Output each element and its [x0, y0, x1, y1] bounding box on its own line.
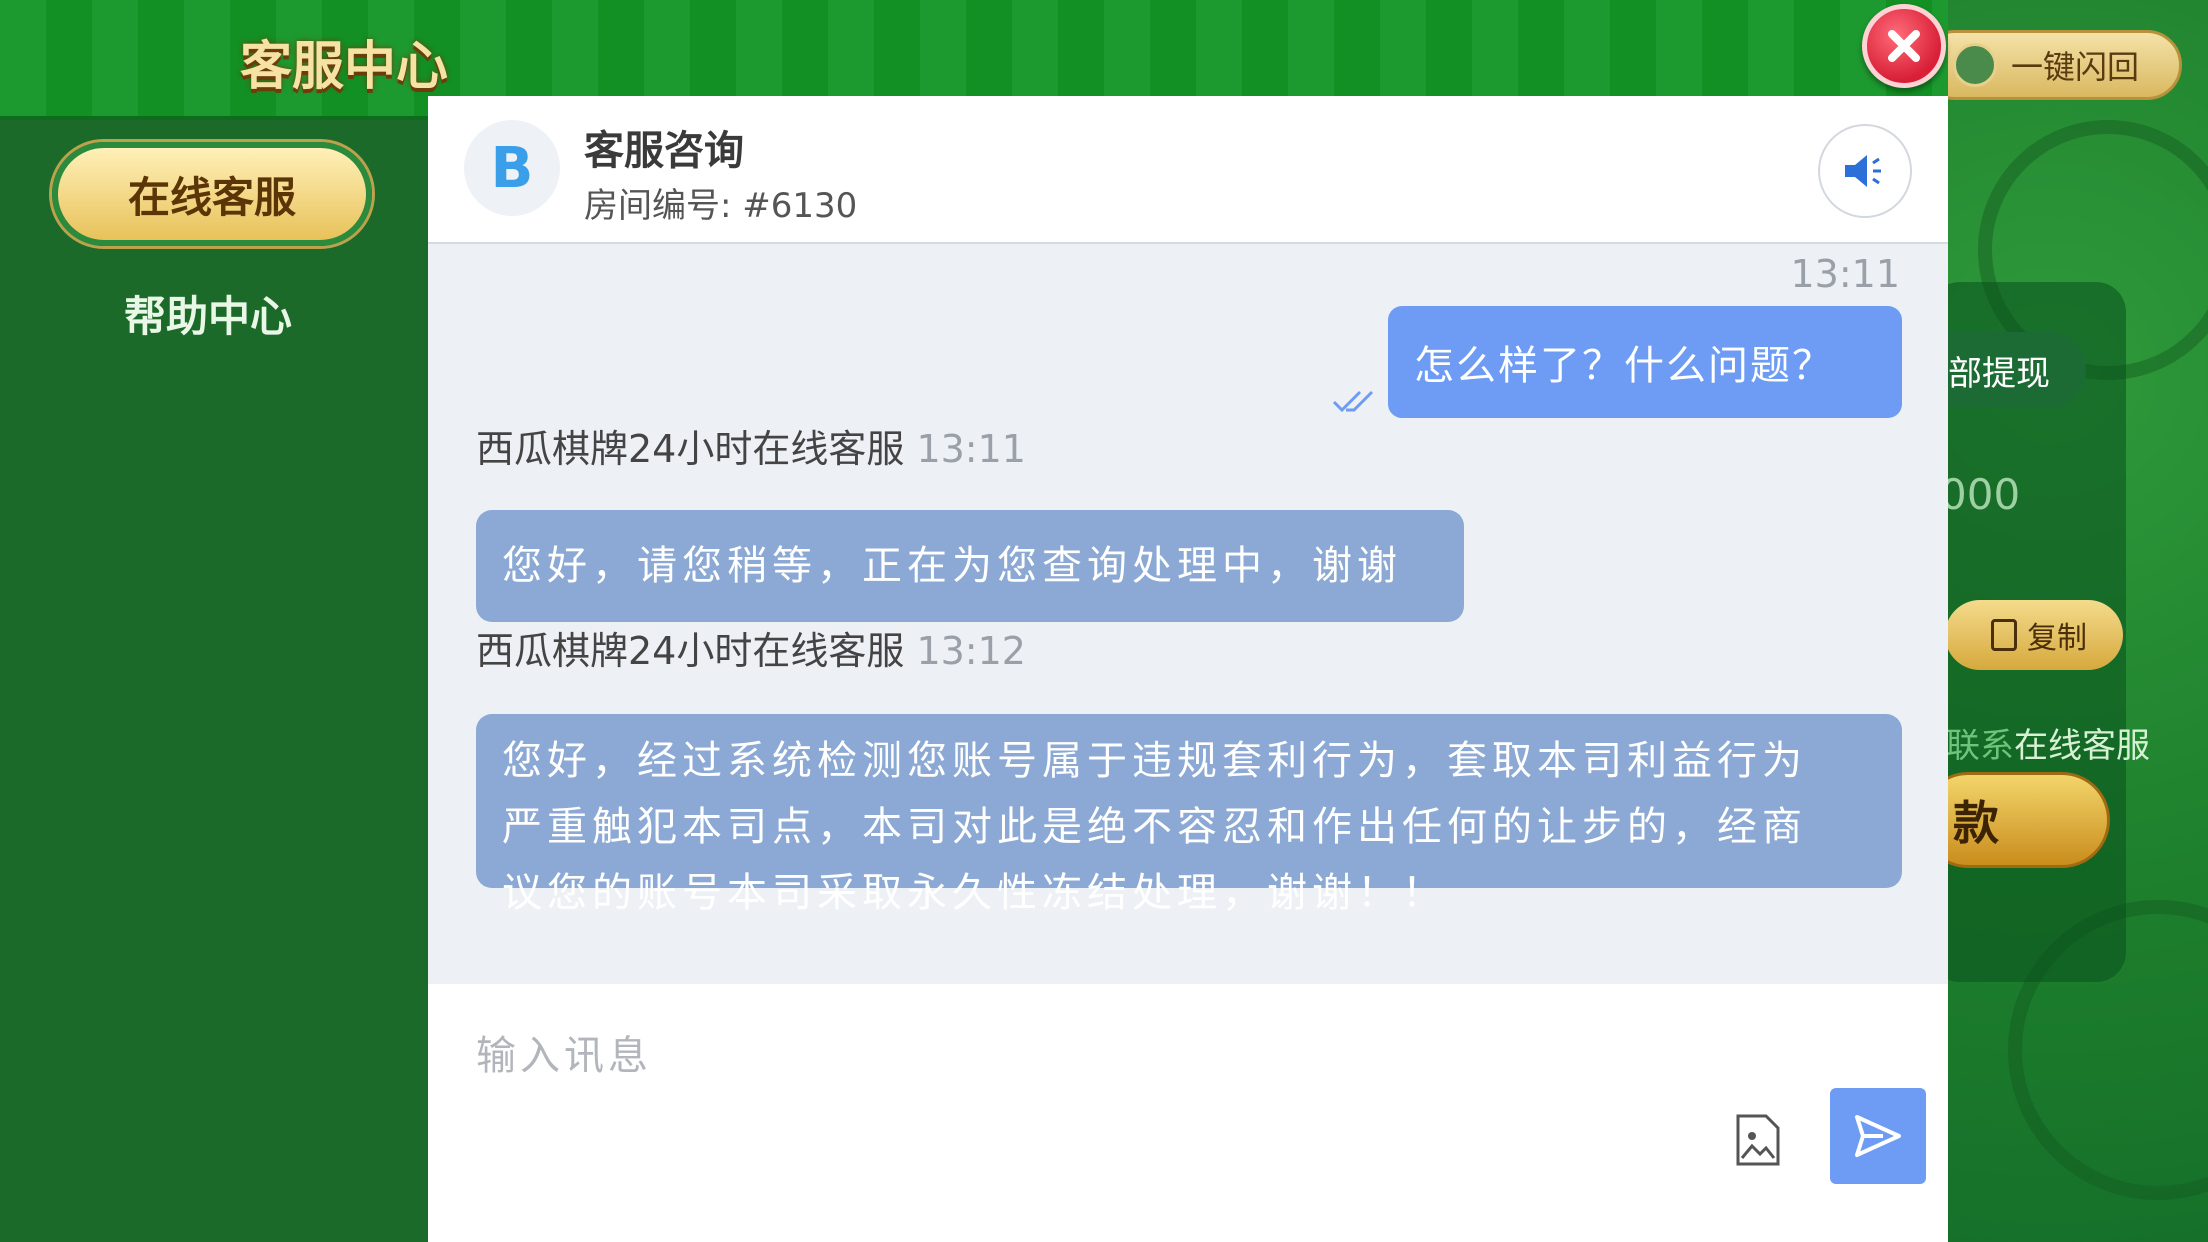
- agent-message-bubble: 您好，经过系统检测您账号属于违规套利行为，套取本司利益行为 严重触犯本司点，本司…: [476, 714, 1902, 916]
- chat-title: 客服咨询: [584, 128, 744, 174]
- close-icon: [1888, 30, 1920, 62]
- message-composer: [428, 984, 1948, 1242]
- message-timestamp: 13:11: [916, 427, 1026, 471]
- deposit-button: 款: [1920, 772, 2110, 868]
- page-title: 客服中心: [240, 37, 449, 97]
- chat-window: B 客服咨询 房间编号: #6130 13:11 怎么样了？什么问题？ 西瓜棋牌…: [428, 96, 1948, 1242]
- copy-button: 复制: [1945, 600, 2123, 670]
- message-timestamp: 13:12: [916, 629, 1026, 673]
- speaker-icon[interactable]: [1818, 124, 1912, 218]
- image-upload-icon[interactable]: [1734, 1114, 1782, 1166]
- copy-icon: [1991, 619, 2017, 651]
- message-line: 严重触犯本司点，本司对此是绝不容忍和作出任何的让步的，经商: [502, 804, 1807, 850]
- room-number: 房间编号: #6130: [584, 186, 858, 226]
- message-timestamp: 13:11: [1790, 252, 1900, 296]
- balance-amount: 000: [1940, 470, 2021, 519]
- send-button[interactable]: [1830, 1088, 1926, 1184]
- message-text: 您好，请您稍等，正在为您查询处理中，谢谢: [502, 543, 1402, 589]
- quick-return-label: 一键闪回: [2011, 48, 2140, 86]
- copy-label: 复制: [2027, 621, 2087, 656]
- chat-header: B 客服咨询 房间编号: #6130: [428, 96, 1948, 244]
- agent-sender: 西瓜棋牌24小时在线客服 13:11: [476, 418, 1026, 473]
- chat-logo-icon: B: [464, 120, 560, 216]
- contact-prefix: 联系: [1946, 726, 2014, 766]
- return-icon: [1953, 43, 1997, 87]
- send-icon: [1855, 1115, 1901, 1157]
- message-list: 13:11 怎么样了？什么问题？ 西瓜棋牌24小时在线客服 13:11 您好，请…: [428, 244, 1948, 984]
- agent-sender: 西瓜棋牌24小时在线客服 13:12: [476, 620, 1026, 675]
- message-line: 您好，经过系统检测您账号属于违规套利行为，套取本司利益行为: [502, 738, 1807, 784]
- user-message-bubble: 怎么样了？什么问题？: [1388, 306, 1902, 418]
- read-receipt-icon: [1332, 390, 1374, 413]
- sender-name: 西瓜棋牌24小时在线客服: [476, 427, 905, 471]
- contact-suffix: 在线客服: [2014, 726, 2150, 766]
- contact-support-link: 联系在线客服: [1946, 718, 2150, 767]
- sidebar-item-online-support[interactable]: 在线客服: [52, 142, 372, 246]
- quick-return-button: 一键闪回: [1920, 30, 2182, 100]
- message-input[interactable]: [476, 1026, 1676, 1086]
- close-button[interactable]: [1862, 4, 1946, 88]
- message-line: 议您的账号本司采取永久性冻结处理，谢谢！！: [502, 870, 1447, 916]
- sender-name: 西瓜棋牌24小时在线客服: [476, 629, 905, 673]
- agent-message-bubble: 您好，请您稍等，正在为您查询处理中，谢谢: [476, 510, 1464, 622]
- sidebar-item-help-center[interactable]: 帮助中心: [124, 283, 292, 344]
